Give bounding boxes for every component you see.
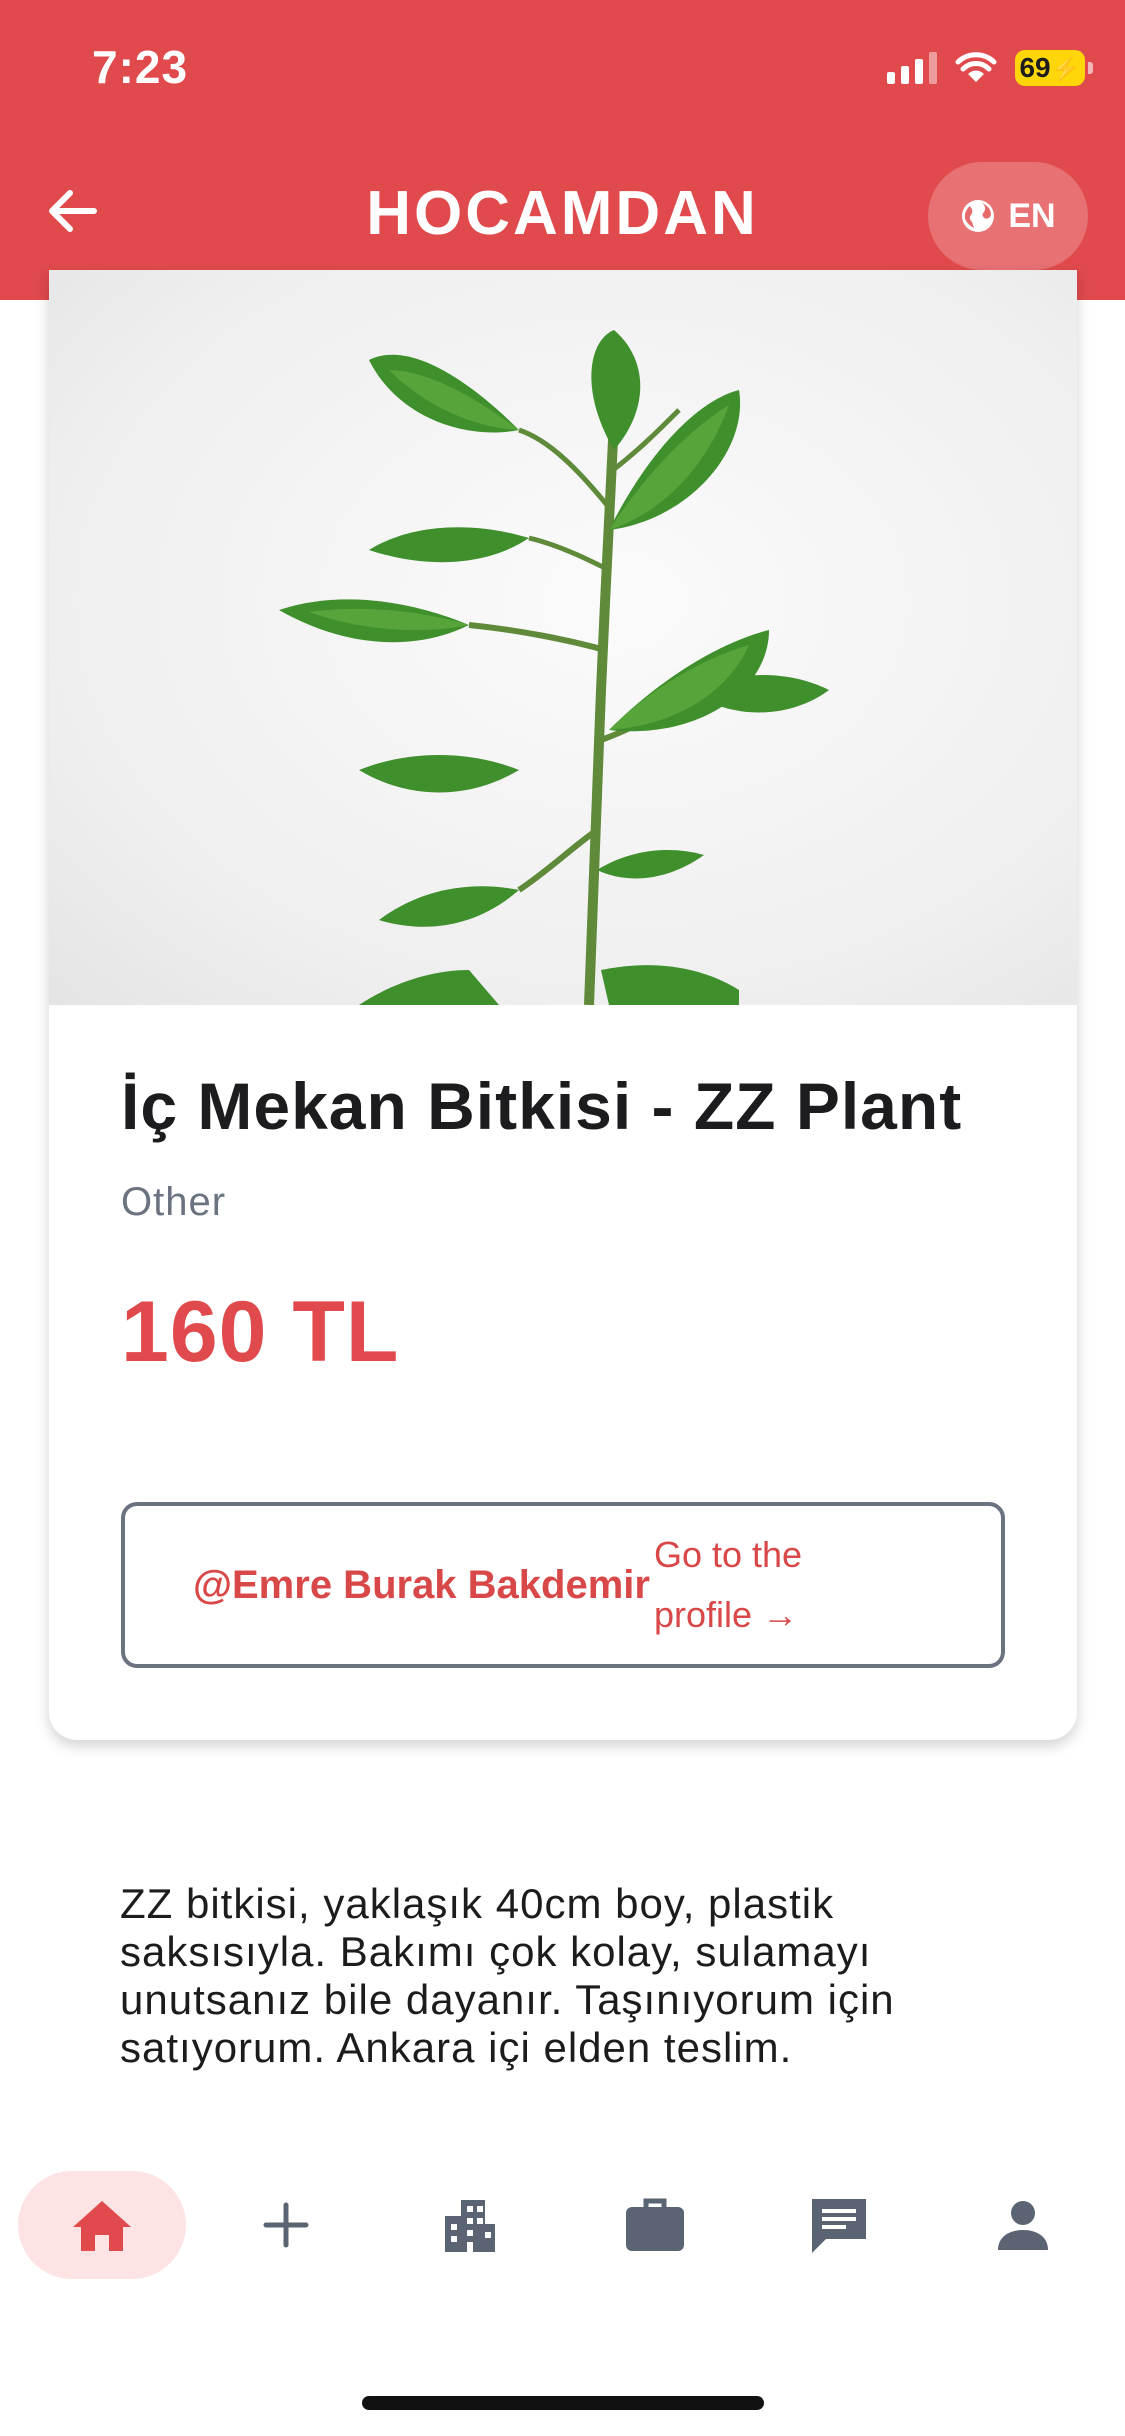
person-icon	[997, 2201, 1048, 2250]
building-icon	[445, 2200, 496, 2252]
status-time: 7:23	[92, 41, 189, 93]
product-image[interactable]	[49, 270, 1077, 1005]
home-icon	[73, 2201, 132, 2251]
language-button[interactable]: EN	[928, 162, 1088, 270]
product-description: ZZ bitkisi, yaklaşık 40cm boy, plastik s…	[120, 1880, 895, 2071]
bottom-navigation	[0, 2150, 1125, 2300]
go-to-profile-link[interactable]: Go to the profile →	[654, 1525, 844, 1645]
nav-messages[interactable]	[755, 2171, 923, 2279]
screen: 7:23 69⚡ HOCAMDAN EN İç Mekan Bitkisi - …	[0, 0, 1125, 2436]
product-price: 160 TL	[121, 1284, 400, 1380]
product-title: İç Mekan Bitkisi - ZZ Plant	[121, 1069, 963, 1143]
wifi-icon	[955, 52, 997, 84]
plus-icon	[263, 2202, 309, 2248]
product-details: İç Mekan Bitkisi - ZZ Plant Other 160 TL	[121, 1070, 1021, 1382]
seller-name: @Emre Burak Bakdemir	[193, 1562, 650, 1607]
nav-profile[interactable]	[939, 2171, 1107, 2279]
app-header: 7:23 69⚡ HOCAMDAN EN	[0, 0, 1125, 300]
seller-profile-button[interactable]: @Emre Burak Bakdemir Go to the profile →	[121, 1502, 1005, 1668]
briefcase-icon	[625, 2198, 684, 2251]
home-indicator[interactable]	[362, 2396, 764, 2410]
nav-jobs[interactable]	[571, 2171, 739, 2279]
product-category: Other	[121, 1180, 227, 1224]
language-label: EN	[1008, 196, 1056, 235]
cellular-signal-icon	[887, 52, 937, 84]
chat-icon	[811, 2199, 866, 2253]
product-card: İç Mekan Bitkisi - ZZ Plant Other 160 TL…	[49, 270, 1077, 1740]
globe-icon	[962, 200, 995, 232]
battery-level: 69	[1019, 52, 1051, 83]
nav-add[interactable]	[202, 2171, 370, 2279]
nav-home[interactable]	[18, 2171, 187, 2279]
nav-companies[interactable]	[386, 2171, 554, 2279]
battery-indicator: 69⚡	[1015, 50, 1093, 86]
status-icons: 69⚡	[887, 48, 1093, 88]
